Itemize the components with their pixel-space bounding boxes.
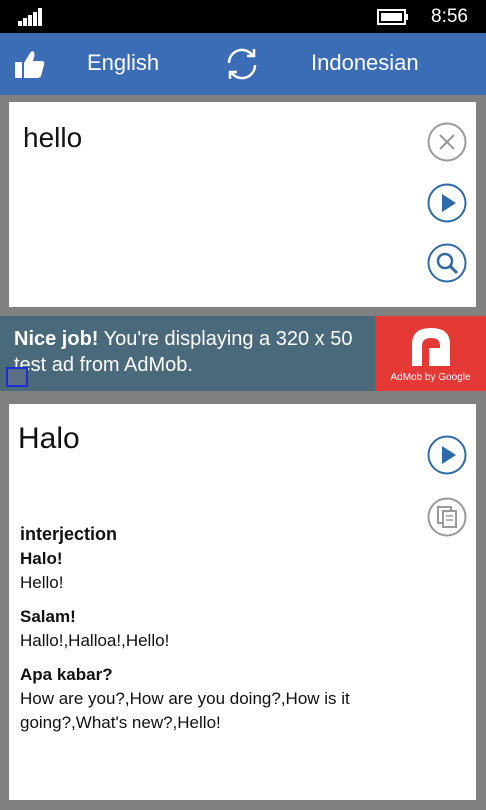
ad-banner[interactable]: Nice job! You're displaying a 320 x 50 t… xyxy=(0,316,486,391)
definition-term: Apa kabar? xyxy=(20,665,113,684)
status-time: 8:56 xyxy=(431,6,468,27)
definition-term: Halo! xyxy=(20,549,63,568)
status-bar: 8:56 xyxy=(0,0,486,33)
part-of-speech: interjection xyxy=(20,524,118,544)
swap-icon[interactable] xyxy=(222,45,262,83)
definition-term: Salam! xyxy=(20,607,76,626)
admob-logo-label: AdMob by Google xyxy=(390,372,471,383)
definition-gloss: Hallo!,Halloa!,Hello! xyxy=(20,631,170,650)
like-icon[interactable] xyxy=(14,49,46,79)
result-panel: Halo interjection Halo! Hello! Salam! Ha… xyxy=(9,404,476,800)
source-text-input[interactable]: hello xyxy=(23,122,82,154)
translated-word: Halo xyxy=(18,422,80,455)
ad-text: Nice job! You're displaying a 320 x 50 t… xyxy=(14,326,369,378)
input-panel: hello xyxy=(9,102,476,307)
clear-icon[interactable] xyxy=(427,122,467,162)
search-icon[interactable] xyxy=(427,243,467,283)
definition-gloss: Hello! xyxy=(20,573,64,592)
target-language-button[interactable]: Indonesian xyxy=(311,50,419,76)
source-language-button[interactable]: English xyxy=(87,50,159,76)
play-icon[interactable] xyxy=(427,435,467,475)
play-icon[interactable] xyxy=(427,183,467,223)
signal-icon xyxy=(18,8,42,26)
ad-info-icon[interactable] xyxy=(6,367,28,387)
definition-gloss: How are you?,How are you doing?,How is i… xyxy=(20,689,350,732)
ad-headline: Nice job! xyxy=(14,328,99,350)
battery-icon xyxy=(377,9,408,25)
definitions-list: interjection Halo! Hello! Salam! Hallo!,… xyxy=(20,524,440,745)
admob-logo-panel: AdMob by Google xyxy=(375,316,486,391)
language-bar: English Indonesian xyxy=(0,33,486,95)
admob-logo-icon xyxy=(412,328,450,366)
